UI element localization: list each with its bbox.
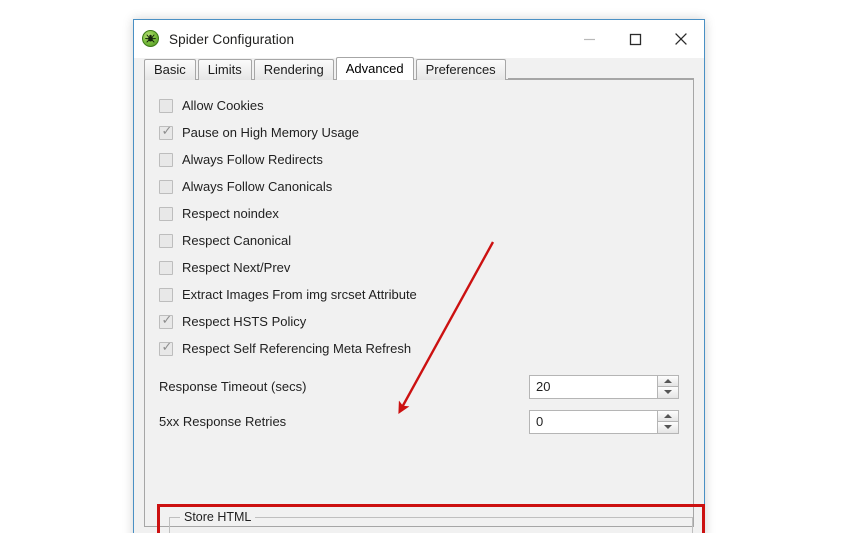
tab-limits[interactable]: Limits: [198, 59, 252, 80]
screen: Spider Configuration Basic Limits Render…: [0, 0, 850, 533]
tab-strip-filler: [508, 58, 694, 79]
checkbox-label: Respect Self Referencing Meta Refresh: [182, 341, 411, 356]
checkbox-label: Allow Cookies: [182, 98, 264, 113]
checkbox-respect-self-referencing-meta-refresh[interactable]: ✓: [159, 342, 173, 356]
chevron-down-icon: [664, 425, 672, 429]
group-title: Store HTML: [180, 510, 255, 524]
tab-strip: Basic Limits Rendering Advanced Preferen…: [144, 58, 694, 80]
checkbox-label: Pause on High Memory Usage: [182, 125, 359, 140]
tab-advanced[interactable]: Advanced: [336, 57, 414, 80]
checkbox-pause-on-high-memory-usage[interactable]: ✓: [159, 126, 173, 140]
checkbox-label: Always Follow Canonicals: [182, 179, 332, 194]
window-title: Spider Configuration: [169, 32, 294, 47]
checkbox-always-follow-canonicals[interactable]: [159, 180, 173, 194]
checkbox-row-extract-images-from-img-srcset-attribute[interactable]: Extract Images From img srcset Attribute: [159, 281, 679, 308]
checkbox-row-allow-cookies[interactable]: Allow Cookies: [159, 92, 679, 119]
minimize-button[interactable]: [566, 20, 612, 58]
checkbox-row-respect-noindex[interactable]: Respect noindex: [159, 200, 679, 227]
spinner-buttons: [657, 375, 679, 399]
window-controls: [566, 20, 704, 58]
spinner-response-timeout[interactable]: 20: [529, 375, 679, 399]
title-bar: Spider Configuration: [134, 20, 704, 58]
checkbox-label: Respect HSTS Policy: [182, 314, 306, 329]
spinner-down-button[interactable]: [657, 387, 679, 399]
tab-basic[interactable]: Basic: [144, 59, 196, 80]
checkbox-extract-images-from-img-srcset-attribute[interactable]: [159, 288, 173, 302]
checkbox-respect-noindex[interactable]: [159, 207, 173, 221]
response-timeout-input[interactable]: 20: [529, 375, 657, 399]
maximize-button[interactable]: [612, 20, 658, 58]
spider-configuration-window: Spider Configuration Basic Limits Render…: [133, 19, 705, 533]
checkbox-always-follow-redirects[interactable]: [159, 153, 173, 167]
field-row-5xx-response-retries: 5xx Response Retries 0: [159, 404, 679, 439]
advanced-tab-panel: Allow Cookies ✓ Pause on High Memory Usa…: [144, 80, 694, 527]
tab-preferences[interactable]: Preferences: [416, 59, 506, 80]
checkbox-allow-cookies[interactable]: [159, 99, 173, 113]
checkbox-label: Respect noindex: [182, 206, 279, 221]
checkbox-label: Respect Next/Prev: [182, 260, 290, 275]
checkbox-row-pause-on-high-memory-usage[interactable]: ✓ Pause on High Memory Usage: [159, 119, 679, 146]
field-row-response-timeout: Response Timeout (secs) 20: [159, 369, 679, 404]
checkbox-respect-canonical[interactable]: [159, 234, 173, 248]
field-label: 5xx Response Retries: [159, 414, 286, 429]
checkbox-row-always-follow-canonicals[interactable]: Always Follow Canonicals: [159, 173, 679, 200]
checkbox-respect-next-prev[interactable]: [159, 261, 173, 275]
tab-rendering[interactable]: Rendering: [254, 59, 334, 80]
close-button[interactable]: [658, 20, 704, 58]
field-label: Response Timeout (secs): [159, 379, 306, 394]
spinner-buttons: [657, 410, 679, 434]
checkbox-row-respect-next-prev[interactable]: Respect Next/Prev: [159, 254, 679, 281]
spinner-up-button[interactable]: [657, 410, 679, 423]
chevron-up-icon: [664, 414, 672, 418]
checkbox-respect-hsts-policy[interactable]: ✓: [159, 315, 173, 329]
checkbox-row-respect-hsts-policy[interactable]: ✓ Respect HSTS Policy: [159, 308, 679, 335]
chevron-down-icon: [664, 390, 672, 394]
checkbox-row-always-follow-redirects[interactable]: Always Follow Redirects: [159, 146, 679, 173]
spinner-5xx-response-retries[interactable]: 0: [529, 410, 679, 434]
checkbox-row-store-html[interactable]: ✓ Store HTML: [180, 528, 692, 533]
checkbox-row-respect-self-referencing-meta-refresh[interactable]: ✓ Respect Self Referencing Meta Refresh: [159, 335, 679, 362]
checkbox-label: Extract Images From img srcset Attribute: [182, 287, 417, 302]
checkbox-label: Always Follow Redirects: [182, 152, 323, 167]
spider-icon: [142, 30, 160, 48]
5xx-response-retries-input[interactable]: 0: [529, 410, 657, 434]
checkbox-label: Respect Canonical: [182, 233, 291, 248]
spinner-down-button[interactable]: [657, 422, 679, 434]
chevron-up-icon: [664, 379, 672, 383]
spinner-up-button[interactable]: [657, 375, 679, 388]
checkbox-row-respect-canonical[interactable]: Respect Canonical: [159, 227, 679, 254]
store-html-group: Store HTML ✓ Store HTML ✓ Store Rendered…: [169, 517, 693, 533]
